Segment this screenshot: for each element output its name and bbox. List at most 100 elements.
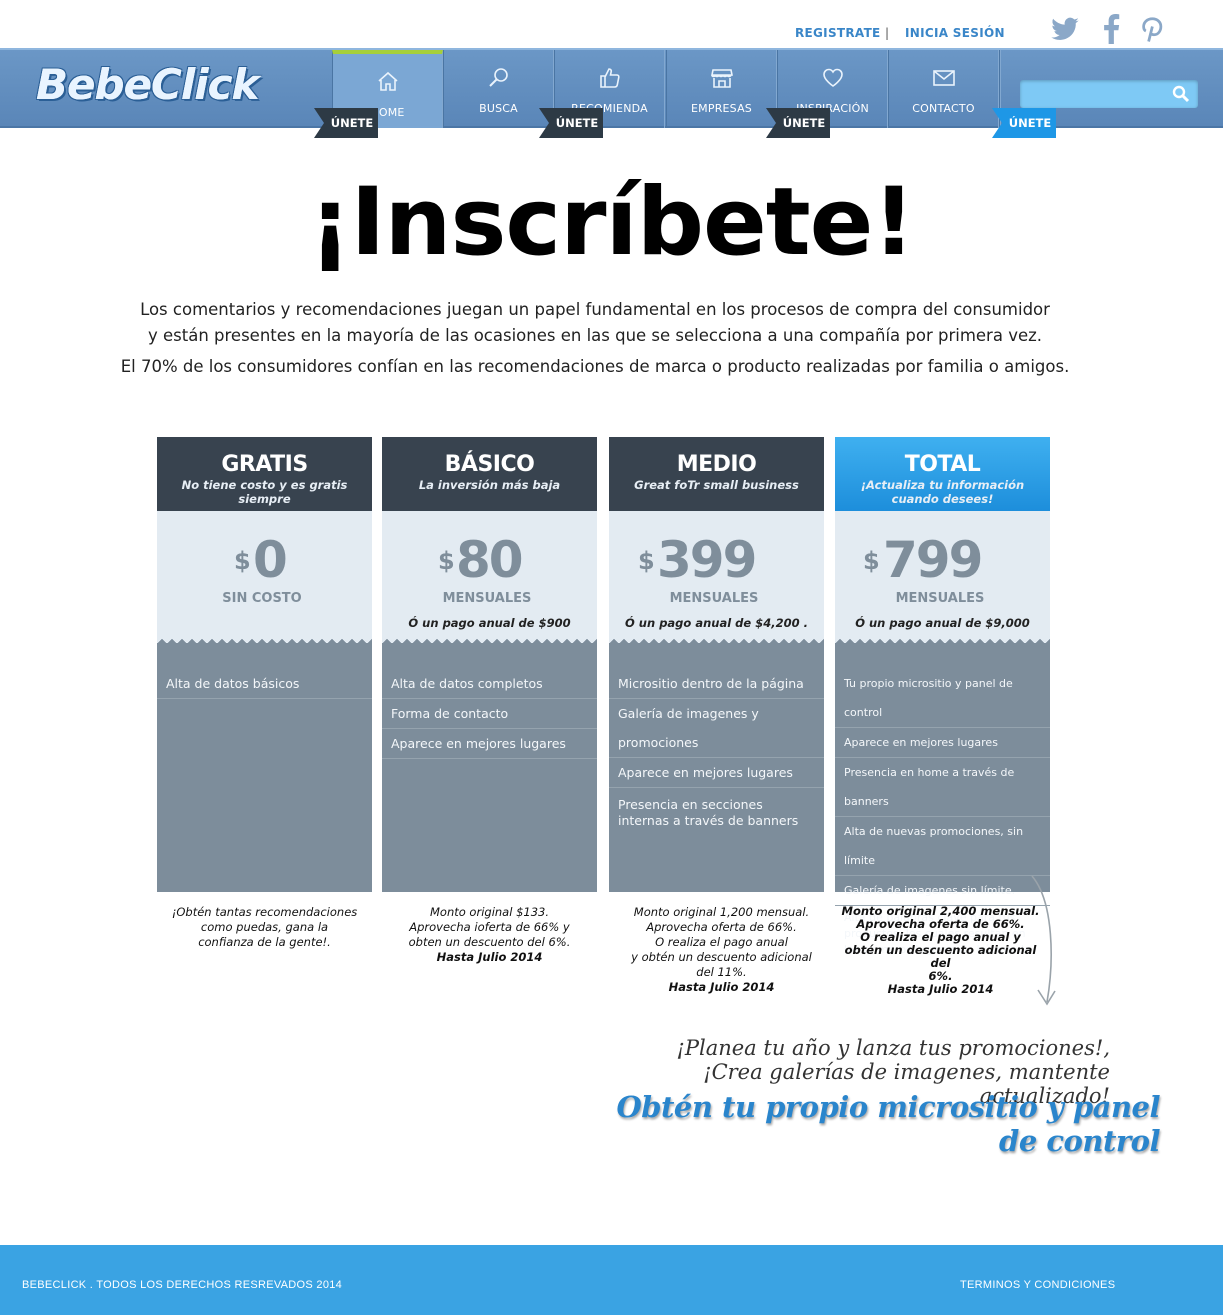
note-line: como puedas, gana la [200,920,329,934]
footer: BEBECLICK . TODOS LOS DERECHOS RESREVADO… [0,1245,1223,1315]
search-button[interactable] [1168,82,1194,106]
plan-note-basico: Monto original $133. Aprovecha ioferta d… [382,905,597,965]
plan-note-total: Monto original 2,400 mensual. Aprovecha … [833,905,1048,996]
plan-subtitle: No tiene costo y es gratis siempre [181,478,348,506]
page-title: ¡Inscríbete! [308,168,916,277]
plan-period: MENSUALES [669,591,759,606]
note-deadline: Hasta Julio 2014 [436,950,543,964]
plan-name: TOTAL [904,452,981,477]
list-item: Alta de nuevas promociones, sin límite [835,817,1050,876]
register-link[interactable]: REGISTRATE [795,26,881,40]
store-icon [710,69,733,88]
plan-price: 399 [657,531,757,589]
pinterest-icon[interactable] [1138,14,1168,44]
currency-symbol: $ [863,547,880,575]
list-item: Alta de datos completos [382,669,597,699]
plan-period: SIN COSTO [222,591,302,606]
list-item: Aparece en mejores lugares [835,728,1050,758]
promo-line: ¡Planea tu año y lanza tus promociones!, [676,1036,1110,1060]
plan-period: MENSUALES [895,591,985,606]
plan-period: MENSUALES [442,591,532,606]
plan-note-gratis: ¡Obtén tantas recomendaciones como pueda… [157,905,372,950]
note-line: Monto original $133. [429,905,549,919]
note-line: y obtén un descuento adicional [631,950,812,964]
plan-name: GRATIS [221,452,308,477]
plan-subtitle: Great foTr small business [634,478,799,492]
plan-price: 0 [253,531,288,589]
plan-card-medio: MEDIO Great foTr small business $ 399 ME… [609,437,824,892]
plan-price: 80 [456,531,524,589]
copyright-text: BEBECLICK . TODOS LOS DERECHOS RESREVADO… [22,1279,343,1291]
plan-name: MEDIO [676,452,757,477]
note-line: O realiza el pago anual [655,935,788,949]
plan-header: BÁSICO La inversión más baja [382,437,597,511]
terms-link[interactable]: TERMINOS Y CONDICIONES [960,1279,1115,1291]
note-line: Aprovecha oferta de 66%. [646,920,797,934]
link-separator: | [885,26,890,40]
plan-card-gratis: GRATIS No tiene costo y es gratis siempr… [157,437,372,892]
login-link[interactable]: INICIA SESIÓN [905,26,1005,40]
list-item: Alta de datos básicos [157,669,372,699]
plan-header: TOTAL ¡Actualiza tu información cuando d… [835,437,1050,511]
feature-list: Alta de datos básicos [157,669,372,699]
plan-header: MEDIO Great foTr small business [609,437,824,511]
twitter-icon[interactable] [1050,14,1080,44]
nav-item-empresas[interactable]: EMPRESAS [666,50,777,128]
note-line: Aprovecha ioferta de 66% y [409,920,570,934]
note-line: obten un descuento del 6%. [408,935,571,949]
promo-headline: Obtén tu propio micrositio y panel de co… [616,1090,1160,1158]
note-deadline: Hasta Julio 2014 [668,980,775,994]
plan-subtitle: La inversión más baja [418,478,561,492]
envelope-icon [932,70,955,86]
annual-payment: Ó un pago anual de $9,000 [855,616,1030,630]
currency-symbol: $ [438,547,455,575]
price-box: $ 799 MENSUALES Ó un pago anual de $9,00… [835,511,1050,643]
plan-name: BÁSICO [444,452,535,477]
search-icon [488,68,508,87]
price-box: $ 0 SIN COSTO [157,511,372,643]
currency-symbol: $ [638,547,655,575]
list-item: Micrositio dentro de la página [609,669,824,699]
nav-item-label: CONTACTO [912,102,975,115]
list-item: Galería de imagenes y promociones [609,699,824,758]
list-item: Galería de imagenes sin límite. [835,876,1050,906]
annual-payment: Ó un pago anual de $900 [408,616,571,630]
intro-statistic: El 70% de los consumidores confían en la… [120,357,1070,376]
note-line: confianza de la gente!. [198,935,331,949]
feature-list: Alta de datos completos Forma de contact… [382,669,597,759]
note-line: ¡Obtén tantas recomendaciones [171,905,358,919]
plan-card-basico: BÁSICO La inversión más baja $ 80 MENSUA… [382,437,597,892]
list-item: Aparece en mejores lugares [609,758,824,788]
nav-item-contacto[interactable]: CONTACTO [888,50,999,128]
plan-note-medio: Monto original 1,200 mensual. Aprovecha … [614,905,829,995]
nav-item-label: EMPRESAS [691,102,752,115]
annual-payment: Ó un pago anual de $4,200 . [625,616,808,630]
list-item: Forma de contacto [382,699,597,729]
price-box: $ 80 MENSUALES Ó un pago anual de $900 [382,511,597,643]
note-deadline: Hasta Julio 2014 [887,982,994,996]
facebook-icon[interactable] [1097,14,1127,44]
plan-price: 799 [883,531,983,589]
list-item: Presencia en home a través de banners [835,758,1050,817]
feature-list: Micrositio dentro de la página Galería d… [609,669,824,836]
note-line: del 11%. [696,965,747,979]
list-item: Presencia en secciones internas a través… [618,797,799,828]
plan-subtitle: ¡Actualiza tu información cuando desees! [860,478,1025,506]
plan-card-total: TOTAL ¡Actualiza tu información cuando d… [835,437,1050,956]
heart-icon [822,68,843,87]
note-line: Monto original 1,200 mensual. [633,905,810,919]
home-icon [377,71,398,91]
top-bar: REGISTRATE | INICIA SESIÓN [0,0,1223,48]
list-item: Tu propio micrositio y panel de control [835,669,1050,728]
curved-arrow-icon [1031,875,1056,1006]
nav-item-busca[interactable]: BUSCA [443,50,554,128]
plan-header: GRATIS No tiene costo y es gratis siempr… [157,437,372,511]
note-line: obtén un descuento adicional del [844,943,1037,970]
currency-symbol: $ [234,547,251,575]
bebeclick-logo[interactable]: BebeClick [36,60,259,109]
intro-paragraph: Los comentarios y recomendaciones juegan… [140,300,1050,345]
price-box: $ 399 MENSUALES Ó un pago anual de $4,20… [609,511,824,643]
list-item: Aparece en mejores lugares [382,729,597,759]
nav-item-label: BUSCA [479,102,518,115]
thumbs-up-icon [599,68,620,88]
